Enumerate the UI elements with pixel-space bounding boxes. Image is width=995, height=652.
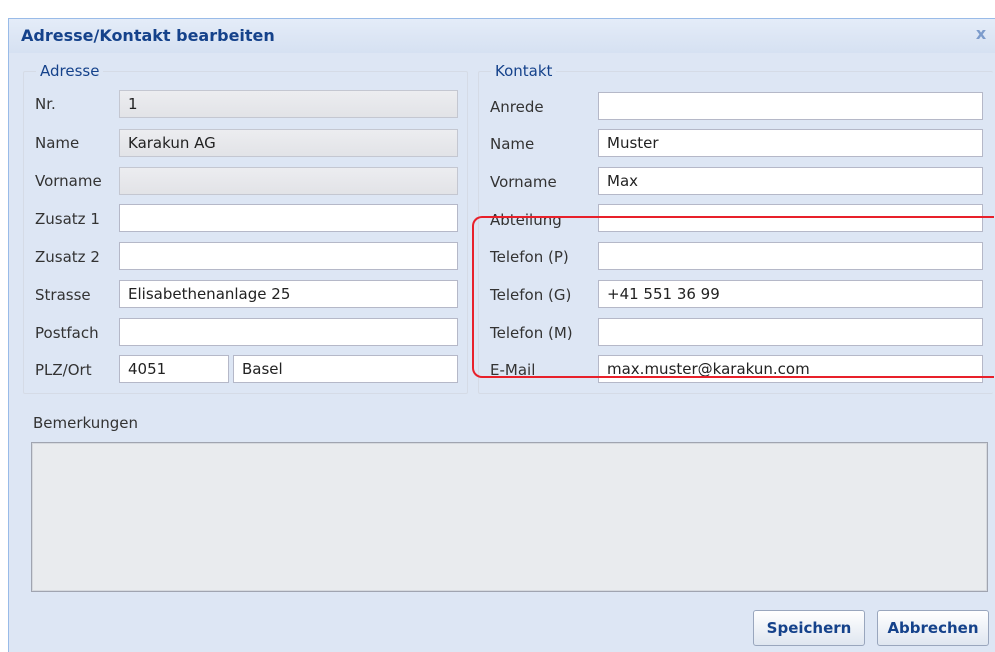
save-button[interactable]: Speichern: [753, 610, 865, 646]
kontakt-vorname-field[interactable]: Max: [598, 167, 983, 195]
adresse-name-label: Name: [35, 134, 80, 152]
adresse-postfach-label: Postfach: [35, 324, 99, 342]
adresse-vorname-field[interactable]: [119, 167, 458, 195]
kontakt-name-field[interactable]: Muster: [598, 129, 983, 157]
kontakt-abteilung-field[interactable]: [598, 204, 983, 232]
kontakt-name-label: Name: [490, 135, 535, 153]
kontakt-telefon-g-label: Telefon (G): [490, 286, 572, 304]
kontakt-vorname-label: Vorname: [490, 173, 557, 191]
adresse-zusatz2-field[interactable]: [119, 242, 458, 270]
kontakt-telefon-g-field[interactable]: +41 551 36 99: [598, 280, 983, 308]
adresse-plzort-label: PLZ/Ort: [35, 361, 92, 379]
adresse-strasse-field[interactable]: Elisabethenanlage 25: [119, 280, 458, 308]
adresse-nr-field[interactable]: 1: [119, 90, 458, 118]
adresse-vorname-label: Vorname: [35, 172, 102, 190]
adresse-nr-label: Nr.: [35, 95, 56, 113]
kontakt-telefon-m-field[interactable]: [598, 318, 983, 346]
kontakt-legend: Kontakt: [495, 62, 553, 80]
adresse-legend: Adresse: [40, 62, 100, 80]
dialog-title: Adresse/Kontakt bearbeiten: [21, 26, 275, 45]
adresse-zusatz1-label: Zusatz 1: [35, 210, 100, 228]
kontakt-telefon-p-field[interactable]: [598, 242, 983, 270]
bemerkungen-label: Bemerkungen: [33, 414, 139, 432]
kontakt-telefon-m-label: Telefon (M): [490, 324, 573, 342]
kontakt-anrede-field[interactable]: [598, 92, 983, 120]
adresse-strasse-label: Strasse: [35, 286, 91, 304]
adresse-postfach-field[interactable]: [119, 318, 458, 346]
cancel-button[interactable]: Abbrechen: [877, 610, 989, 646]
kontakt-email-label: E-Mail: [490, 361, 536, 379]
adresse-ort-field[interactable]: Basel: [233, 355, 458, 383]
adresse-plz-field[interactable]: 4051: [119, 355, 229, 383]
close-icon[interactable]: x: [971, 24, 991, 44]
bemerkungen-textarea[interactable]: [31, 442, 988, 592]
kontakt-telefon-p-label: Telefon (P): [490, 248, 569, 266]
kontakt-anrede-label: Anrede: [490, 98, 544, 116]
adresse-zusatz1-field[interactable]: [119, 204, 458, 232]
dialog-titlebar[interactable]: Adresse/Kontakt bearbeiten x: [9, 19, 995, 53]
kontakt-abteilung-label: Abteilung: [490, 211, 562, 229]
kontakt-email-field[interactable]: max.muster@karakun.com: [598, 355, 983, 383]
adresse-name-field[interactable]: Karakun AG: [119, 129, 458, 157]
adresse-zusatz2-label: Zusatz 2: [35, 248, 100, 266]
